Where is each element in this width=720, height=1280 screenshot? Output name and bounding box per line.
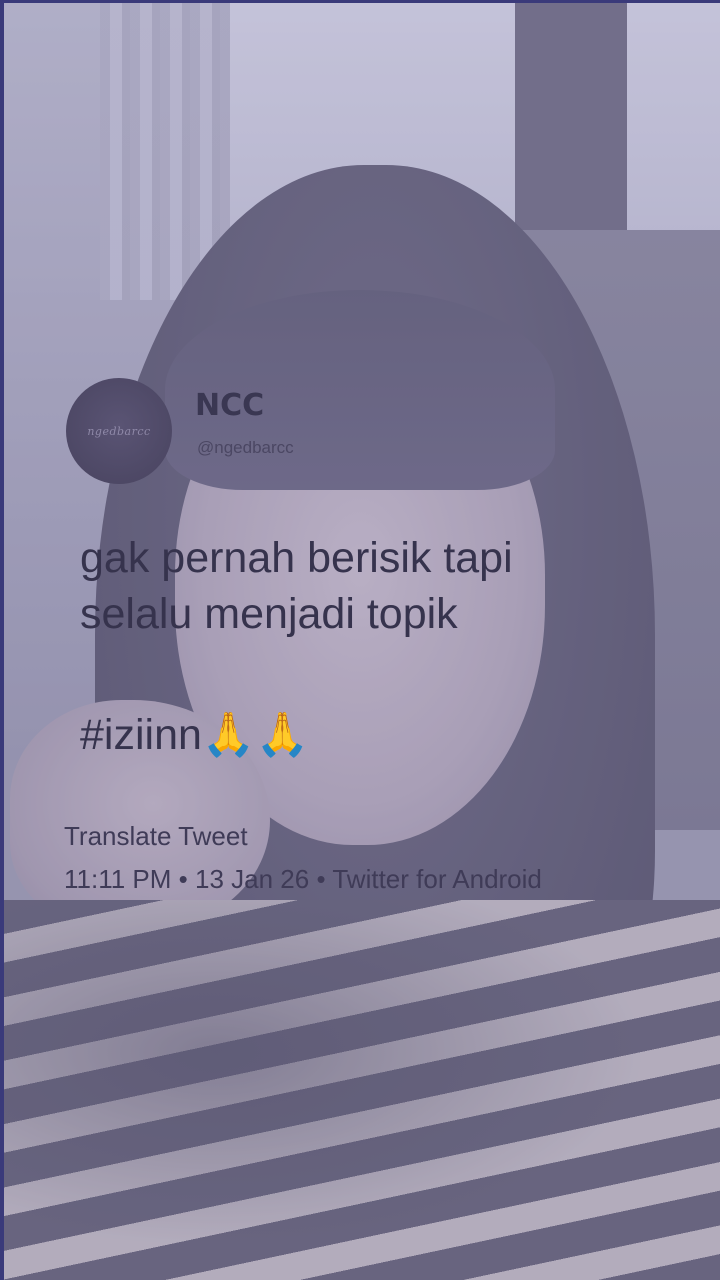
translate-tweet-link[interactable]: Translate Tweet [64, 821, 248, 852]
tweet-source[interactable]: Twitter for Android [332, 864, 542, 894]
user-handle[interactable]: @ngedbarcc [197, 438, 294, 458]
tweet-date: 13 Jan 26 [195, 864, 310, 894]
display-name[interactable]: NCC [195, 388, 264, 423]
hashtag-link[interactable]: #iziinn🙏🙏 [80, 710, 309, 760]
tweet-time: 11:11 PM [64, 864, 172, 894]
tweet-card: ngedbarcc NCC @ngedbarcc gak pernah beri… [0, 0, 720, 1280]
avatar[interactable]: ngedbarcc [66, 378, 172, 484]
tweet-text: gak pernah berisik tapi selalu menjadi t… [80, 530, 680, 642]
tweet-text-line-2: selalu menjadi topik [80, 590, 458, 638]
tweet-text-line-1: gak pernah berisik tapi [80, 534, 513, 582]
meta-separator: • [316, 864, 326, 894]
tweet-metadata: 11:11 PM • 13 Jan 26 • Twitter for Andro… [64, 864, 542, 895]
meta-separator: • [178, 864, 188, 894]
avatar-text: ngedbarcc [87, 424, 151, 438]
